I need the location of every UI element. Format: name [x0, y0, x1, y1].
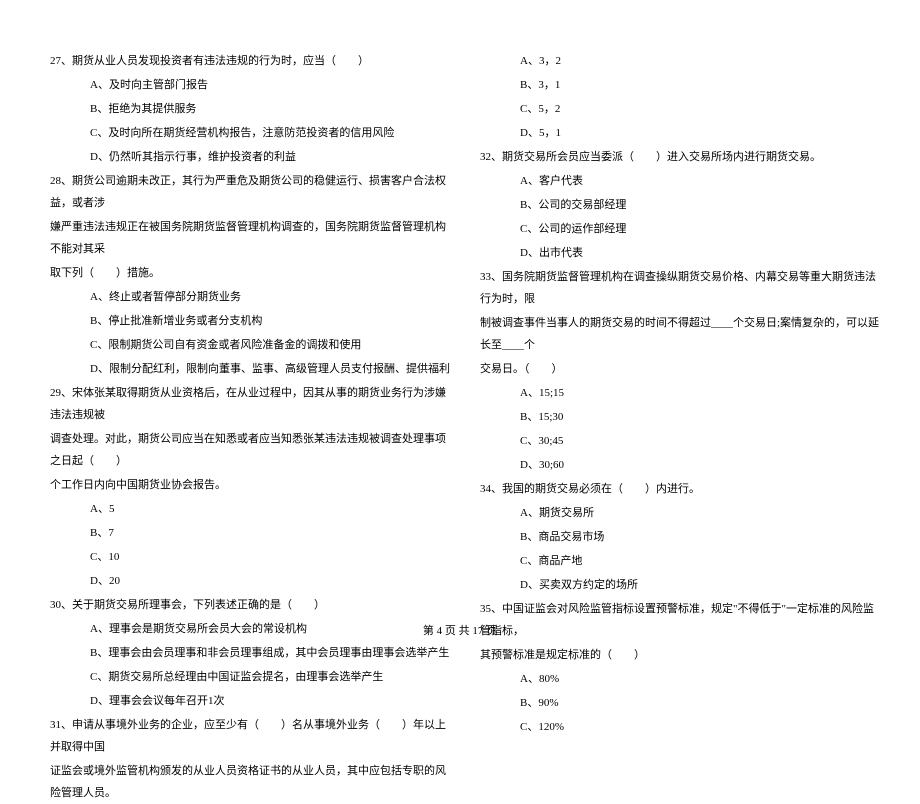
- question-29-option-d: D、20: [90, 570, 450, 592]
- question-28-option-c: C、限制期货公司自有资金或者风险准备金的调拨和使用: [90, 334, 450, 356]
- question-29-text-line1: 29、宋体张某取得期货从业资格后，在从业过程中，因其从事的期货业务行为涉嫌违法违…: [50, 382, 450, 426]
- right-column: A、3，2 B、3，1 C、5，2 D、5，1 32、期货交易所会员应当委派（ …: [480, 50, 880, 620]
- question-30-option-c: C、期货交易所总经理由中国证监会提名，由理事会选举产生: [90, 666, 450, 688]
- left-column: 27、期货从业人员发现投资者有违法违规的行为时，应当（ ） A、及时向主管部门报…: [50, 50, 450, 620]
- question-34-option-a: A、期货交易所: [520, 502, 880, 524]
- question-28-text-line3: 取下列（ ）措施。: [50, 262, 450, 284]
- question-31-option-d: D、5，1: [520, 122, 880, 144]
- question-31-text-line2: 证监会或境外监管机构颁发的从业人员资格证书的从业人员，其中应包括专职的风险管理人…: [50, 760, 450, 804]
- question-29-option-c: C、10: [90, 546, 450, 568]
- question-34-option-c: C、商品产地: [520, 550, 880, 572]
- question-27-option-d: D、仍然听其指示行事，维护投资者的利益: [90, 146, 450, 168]
- question-32-option-c: C、公司的运作部经理: [520, 218, 880, 240]
- question-32-option-b: B、公司的交易部经理: [520, 194, 880, 216]
- question-28-option-a: A、终止或者暂停部分期货业务: [90, 286, 450, 308]
- question-29-option-b: B、7: [90, 522, 450, 544]
- question-33-option-b: B、15;30: [520, 406, 880, 428]
- question-28-text-line1: 28、期货公司逾期未改正，其行为严重危及期货公司的稳健运行、损害客户合法权益，或…: [50, 170, 450, 214]
- question-31-option-c: C、5，2: [520, 98, 880, 120]
- question-35-option-c: C、120%: [520, 716, 880, 738]
- question-30-option-d: D、理事会会议每年召开1次: [90, 690, 450, 712]
- question-32-option-d: D、出市代表: [520, 242, 880, 264]
- question-33-text-line3: 交易日。（ ）: [480, 358, 880, 380]
- question-31-text-line1: 31、申请从事境外业务的企业，应至少有（ ）名从事境外业务（ ）年以上并取得中国: [50, 714, 450, 758]
- question-29-text-line3: 个工作日内向中国期货业协会报告。: [50, 474, 450, 496]
- question-27-text: 27、期货从业人员发现投资者有违法违规的行为时，应当（ ）: [50, 50, 450, 72]
- question-35-option-b: B、90%: [520, 692, 880, 714]
- question-33-option-a: A、15;15: [520, 382, 880, 404]
- question-28-option-d: D、限制分配红利，限制向董事、监事、高级管理人员支付报酬、提供福利: [90, 358, 450, 380]
- question-31-option-a: A、3，2: [520, 50, 880, 72]
- question-27-option-c: C、及时向所在期货经营机构报告，注意防范投资者的信用风险: [90, 122, 450, 144]
- question-34-option-b: B、商品交易市场: [520, 526, 880, 548]
- question-29-option-a: A、5: [90, 498, 450, 520]
- question-33-text-line1: 33、国务院期货监督管理机构在调查操纵期货交易价格、内幕交易等重大期货违法行为时…: [480, 266, 880, 310]
- question-28-option-b: B、停止批准新增业务或者分支机构: [90, 310, 450, 332]
- question-29-text-line2: 调查处理。对此，期货公司应当在知悉或者应当知悉张某违法违规被调查处理事项之日起（…: [50, 428, 450, 472]
- question-28-text-line2: 嫌严重违法违规正在被国务院期货监督管理机构调查的，国务院期货监督管理机构不能对其…: [50, 216, 450, 260]
- question-30-option-b: B、理事会由会员理事和非会员理事组成，其中会员理事由理事会选举产生: [90, 642, 450, 664]
- question-33-option-d: D、30;60: [520, 454, 880, 476]
- question-30-text: 30、关于期货交易所理事会，下列表述正确的是（ ）: [50, 594, 450, 616]
- question-34-text: 34、我国的期货交易必须在（ ）内进行。: [480, 478, 880, 500]
- question-33-text-line2: 制被调查事件当事人的期货交易的时间不得超过____个交易日;案情复杂的，可以延长…: [480, 312, 880, 356]
- question-35-text-line2: 其预警标准是规定标准的（ ）: [480, 644, 880, 666]
- question-27-option-a: A、及时向主管部门报告: [90, 74, 450, 96]
- question-31-option-b: B、3，1: [520, 74, 880, 96]
- question-35-option-a: A、80%: [520, 668, 880, 690]
- question-32-option-a: A、客户代表: [520, 170, 880, 192]
- question-27-option-b: B、拒绝为其提供服务: [90, 98, 450, 120]
- question-32-text: 32、期货交易所会员应当委派（ ）进入交易所场内进行期货交易。: [480, 146, 880, 168]
- page-footer: 第 4 页 共 17 页: [0, 622, 920, 638]
- page-container: 27、期货从业人员发现投资者有违法违规的行为时，应当（ ） A、及时向主管部门报…: [0, 0, 920, 650]
- question-34-option-d: D、买卖双方约定的场所: [520, 574, 880, 596]
- question-33-option-c: C、30;45: [520, 430, 880, 452]
